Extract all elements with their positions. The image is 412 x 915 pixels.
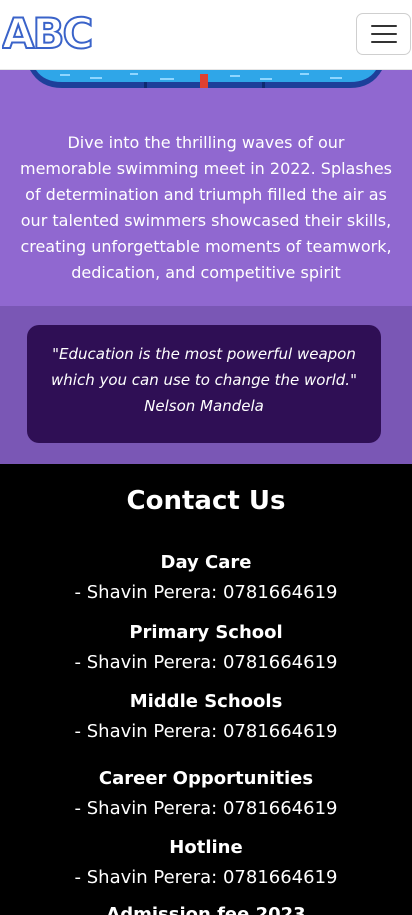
contact-label-admission-fee: Admission fee 2023 [106,904,306,915]
contact-value-day-care[interactable]: - Shavin Perera: 0781664619 [0,582,412,603]
swim-meet-description: Dive into the thrilling waves of our mem… [20,133,392,282]
contact-value-primary-school[interactable]: - Shavin Perera: 0781664619 [0,652,412,673]
contact-label-career-opportunities: Career Opportunities [98,768,314,789]
quote-line-2: which you can use to change the world." [51,371,357,389]
quote-line-1: "Education is the most powerful weapon [52,345,356,363]
svg-text:ABC: ABC [2,9,92,56]
hamburger-icon [370,25,397,27]
pool-image [30,70,382,88]
contact-value-career-opportunities[interactable]: - Shavin Perera: 0781664619 [0,798,412,819]
menu-toggle-button[interactable] [356,13,411,55]
contact-section: Contact Us Day Care - Shavin Perera: 078… [0,464,412,915]
contact-label-day-care: Day Care [160,552,252,573]
contact-label-hotline: Hotline [169,837,243,858]
navbar: ABC [0,0,412,70]
contact-label-middle-schools: Middle Schools [129,691,283,712]
contact-value-hotline[interactable]: - Shavin Perera: 0781664619 [0,867,412,888]
quote-author: Nelson Mandela [144,397,264,415]
contact-label-primary-school: Primary School [129,622,283,643]
contact-title: Contact Us [126,486,286,516]
quote-card: "Education is the most powerful weapon w… [27,325,381,443]
brand-logo[interactable]: ABC [2,8,98,56]
contact-value-middle-schools[interactable]: - Shavin Perera: 0781664619 [0,721,412,742]
quote-section: "Education is the most powerful weapon w… [0,306,412,464]
swim-meet-section: Dive into the thrilling waves of our mem… [0,70,412,306]
